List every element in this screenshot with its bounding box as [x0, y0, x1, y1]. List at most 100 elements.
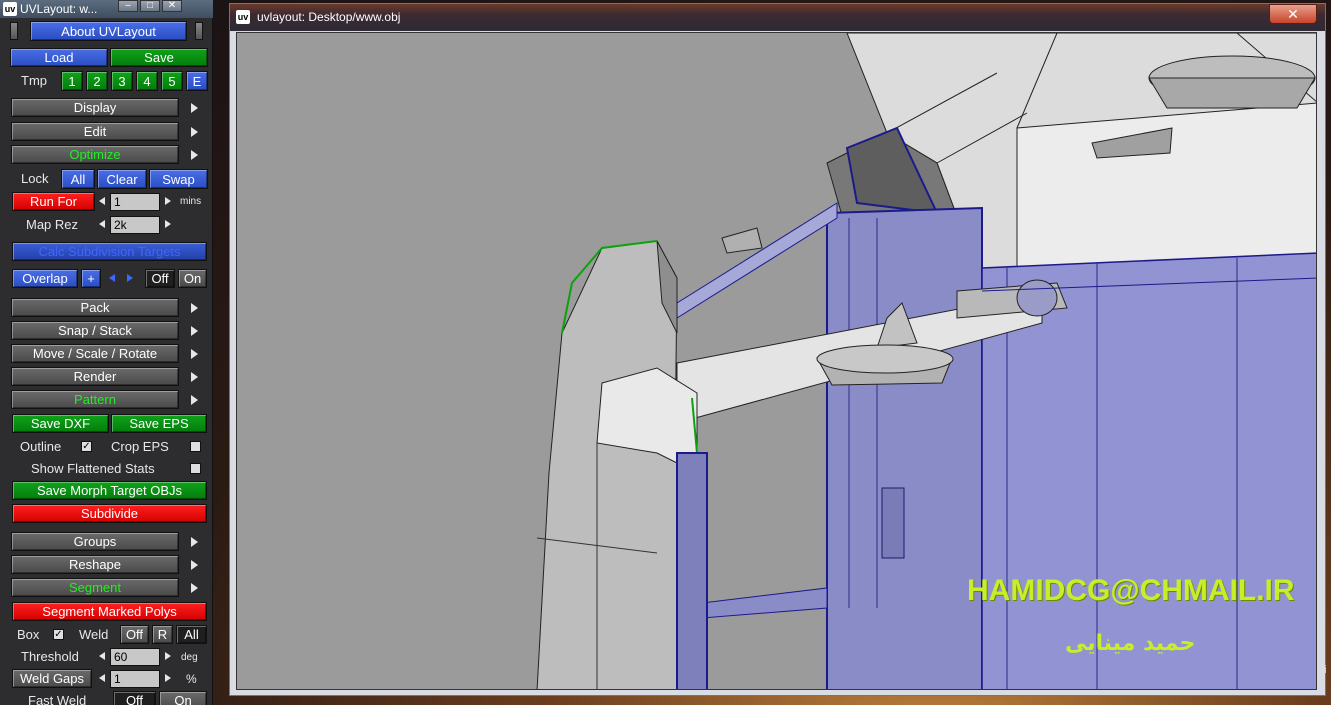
threshold-input[interactable]: 60 [110, 648, 160, 666]
outline-checkbox[interactable]: ✓ [81, 441, 92, 452]
tmp-slot-5-button[interactable]: 5 [161, 71, 183, 91]
map-rez-decrement-icon[interactable] [99, 220, 105, 228]
pattern-expand-icon[interactable] [191, 395, 198, 405]
weld-gaps-input[interactable]: 1 [110, 670, 160, 688]
crop-eps-label: Crop EPS [111, 439, 169, 454]
render-expand-icon[interactable] [191, 372, 198, 382]
map-rez-label: Map Rez [26, 217, 79, 232]
lock-label: Lock [21, 171, 49, 186]
save-dxf-button[interactable]: Save DXF [12, 414, 109, 433]
threshold-decrement-icon[interactable] [99, 652, 105, 660]
save-eps-button[interactable]: Save EPS [111, 414, 207, 433]
run-for-input[interactable]: 1 [110, 193, 160, 211]
display-expand-icon[interactable] [191, 103, 198, 113]
reshape-menu-button[interactable]: Reshape [11, 555, 179, 574]
map-rez-input[interactable]: 2k [110, 216, 160, 234]
weld-all-button[interactable]: All [176, 625, 207, 644]
viewport-window-titlebar[interactable]: uv uvlayout: Desktop/www.obj ✕ [230, 4, 1325, 31]
threshold-unit: deg [181, 652, 198, 663]
lock-all-button[interactable]: All [61, 169, 95, 189]
box-label: Box [17, 627, 40, 642]
weld-gaps-increment-icon[interactable] [165, 674, 171, 682]
optimize-menu-button[interactable]: Optimize [11, 145, 179, 164]
load-button[interactable]: Load [10, 48, 108, 67]
snap-stack-expand-icon[interactable] [191, 326, 198, 336]
about-button[interactable]: About UVLayout [30, 21, 187, 41]
tmp-slot-2-button[interactable]: 2 [86, 71, 108, 91]
lock-swap-button[interactable]: Swap [149, 169, 208, 189]
edit-menu-button[interactable]: Edit [11, 122, 179, 141]
weld-gaps-button[interactable]: Weld Gaps [12, 669, 92, 688]
segment-expand-icon[interactable] [191, 583, 198, 593]
move-scale-rotate-expand-icon[interactable] [191, 349, 198, 359]
close-icon[interactable]: ✕ [162, 0, 182, 12]
lock-clear-button[interactable]: Clear [97, 169, 147, 189]
segment-marked-polys-button[interactable]: Segment Marked Polys [12, 602, 207, 621]
overlap-prev-icon[interactable] [109, 274, 115, 282]
run-for-decrement-icon[interactable] [99, 197, 105, 205]
watermark-email: HAMIDCG@CHMAIL.IR [967, 574, 1295, 607]
map-rez-increment-icon[interactable] [165, 220, 171, 228]
run-for-unit: mins [180, 196, 202, 207]
run-for-button[interactable]: Run For [12, 192, 95, 211]
uvlayout-tool-panel: uv UVLayout: w... – □ ✕ About UVLayout L… [0, 0, 213, 705]
overlap-on-button[interactable]: On [178, 269, 207, 288]
outline-label: Outline [20, 439, 62, 454]
pack-menu-button[interactable]: Pack [11, 298, 179, 317]
fast-weld-on-button[interactable]: On [159, 691, 207, 705]
maximize-icon[interactable]: □ [140, 0, 160, 12]
crop-eps-checkbox[interactable] [190, 441, 201, 452]
render-menu-button[interactable]: Render [11, 367, 179, 386]
save-button[interactable]: Save [110, 48, 208, 67]
tmp-slot-3-button[interactable]: 3 [111, 71, 133, 91]
close-window-button[interactable]: ✕ [1269, 4, 1317, 24]
tmp-slot-e-button[interactable]: E [186, 71, 208, 91]
box-checkbox[interactable]: ✓ [53, 629, 64, 640]
watermark-name: حمید مینایی [1065, 631, 1196, 656]
save-morph-targets-button[interactable]: Save Morph Target OBJs [12, 481, 207, 500]
weld-gaps-unit: % [186, 672, 197, 686]
uvlayout-viewport-window: uv uvlayout: Desktop/www.obj ✕ HAMIDCG@C… [229, 3, 1326, 696]
panel-grip-right[interactable] [195, 22, 203, 40]
groups-menu-button[interactable]: Groups [11, 532, 179, 551]
panel-grip-left[interactable] [10, 22, 18, 40]
calc-subdivision-targets-button[interactable]: Calc Subdivision Targets [12, 242, 207, 261]
tool-window-titlebar[interactable]: uv UVLayout: w... – □ ✕ [0, 0, 213, 18]
overlap-button[interactable]: Overlap [12, 269, 78, 288]
tmp-label: Tmp [21, 73, 47, 88]
threshold-increment-icon[interactable] [165, 652, 171, 660]
reshape-expand-icon[interactable] [191, 560, 198, 570]
subdivide-button[interactable]: Subdivide [12, 504, 207, 523]
uvlayout-logo-icon: uv [3, 2, 17, 16]
desktop-edge-text: 3i [1318, 664, 1327, 676]
overlap-plus-button[interactable]: + [81, 269, 101, 288]
uvlayout-logo-icon: uv [236, 10, 250, 24]
3d-viewport[interactable]: HAMIDCG@CHMAIL.IR حمید مینایی [236, 32, 1317, 690]
tool-window-title: UVLayout: w... [20, 2, 98, 16]
segment-menu-button[interactable]: Segment [11, 578, 179, 597]
overlap-next-icon[interactable] [127, 274, 133, 282]
tmp-slot-1-button[interactable]: 1 [61, 71, 83, 91]
threshold-label: Threshold [21, 649, 79, 664]
tmp-slot-4-button[interactable]: 4 [136, 71, 158, 91]
run-for-increment-icon[interactable] [165, 197, 171, 205]
overlap-off-button[interactable]: Off [145, 269, 175, 288]
snap-stack-menu-button[interactable]: Snap / Stack [11, 321, 179, 340]
pack-expand-icon[interactable] [191, 303, 198, 313]
weld-off-button[interactable]: Off [120, 625, 149, 644]
display-menu-button[interactable]: Display [11, 98, 179, 117]
show-flattened-stats-label: Show Flattened Stats [31, 461, 155, 476]
fast-weld-off-button[interactable]: Off [113, 691, 156, 705]
show-flattened-stats-checkbox[interactable] [190, 463, 201, 474]
viewport-window-title: uvlayout: Desktop/www.obj [257, 10, 401, 24]
edit-expand-icon[interactable] [191, 127, 198, 137]
groups-expand-icon[interactable] [191, 537, 198, 547]
move-scale-rotate-menu-button[interactable]: Move / Scale / Rotate [11, 344, 179, 363]
weld-r-button[interactable]: R [152, 625, 173, 644]
weld-label: Weld [79, 627, 109, 642]
minimize-icon[interactable]: – [118, 0, 138, 12]
pattern-menu-button[interactable]: Pattern [11, 390, 179, 409]
optimize-expand-icon[interactable] [191, 150, 198, 160]
weld-gaps-decrement-icon[interactable] [99, 674, 105, 682]
fast-weld-label: Fast Weld [28, 693, 87, 705]
